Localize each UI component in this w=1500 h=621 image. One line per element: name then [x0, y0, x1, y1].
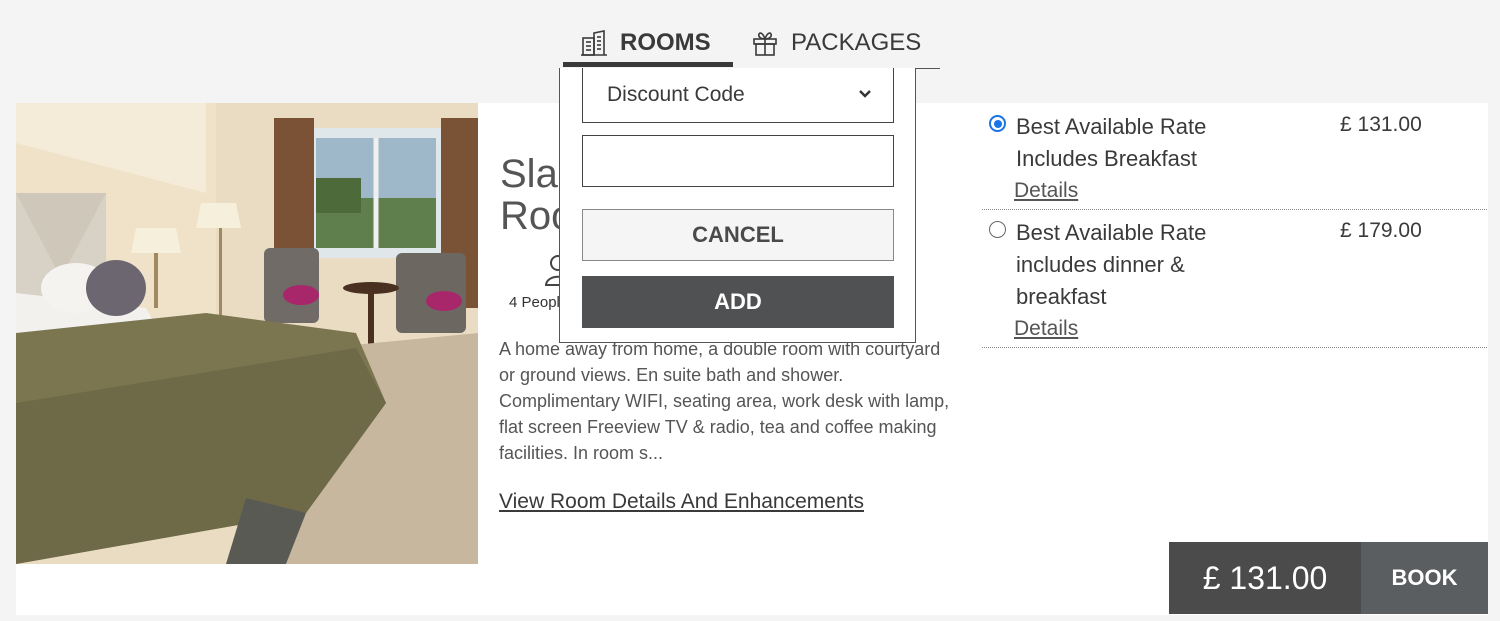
total-price: £ 131.00 — [1169, 542, 1361, 614]
discount-code-panel: Discount Code CANCEL ADD — [559, 68, 916, 343]
book-button[interactable]: BOOK — [1361, 542, 1488, 614]
room-details-link[interactable]: View Room Details And Enhancements — [499, 490, 864, 514]
rate-option[interactable]: Best Available Rate Includes Breakfast D… — [982, 111, 1487, 210]
building-icon — [580, 29, 608, 57]
cancel-button[interactable]: CANCEL — [582, 209, 894, 261]
rate-radio[interactable] — [989, 221, 1006, 238]
add-button[interactable]: ADD — [582, 276, 894, 328]
tab-packages-label: PACKAGES — [791, 29, 922, 56]
rate-option[interactable]: Best Available Rate includes dinner & br… — [982, 217, 1487, 348]
promo-type-select[interactable]: Discount Code — [582, 68, 894, 123]
rate-name-text: Best Available Rate includes dinner & br… — [1016, 220, 1207, 309]
chevron-down-icon — [859, 90, 871, 98]
rate-price: £ 131.00 — [1340, 113, 1422, 136]
active-tab-indicator — [563, 62, 733, 67]
rate-name-text: Best Available Rate Includes Breakfast — [1016, 114, 1207, 171]
room-description: A home away from home, a double room wit… — [499, 339, 950, 463]
rate-radio[interactable] — [989, 115, 1006, 132]
room-photo — [16, 103, 478, 564]
discount-code-input[interactable] — [582, 135, 894, 187]
rate-name: Best Available Rate Includes Breakfast D… — [1014, 111, 1236, 207]
tab-rooms-label: ROOMS — [620, 29, 711, 56]
promo-type-value: Discount Code — [607, 83, 745, 106]
rate-details-link[interactable]: Details — [1014, 313, 1236, 345]
rate-details-link[interactable]: Details — [1014, 175, 1236, 207]
rate-name: Best Available Rate includes dinner & br… — [1014, 217, 1236, 345]
search-tabs: ROOMS PACKAGES — [563, 0, 940, 70]
tab-packages[interactable]: PACKAGES — [751, 18, 921, 68]
tab-rooms[interactable]: ROOMS — [580, 18, 711, 68]
rate-price: £ 179.00 — [1340, 219, 1422, 242]
gift-icon — [751, 29, 779, 57]
